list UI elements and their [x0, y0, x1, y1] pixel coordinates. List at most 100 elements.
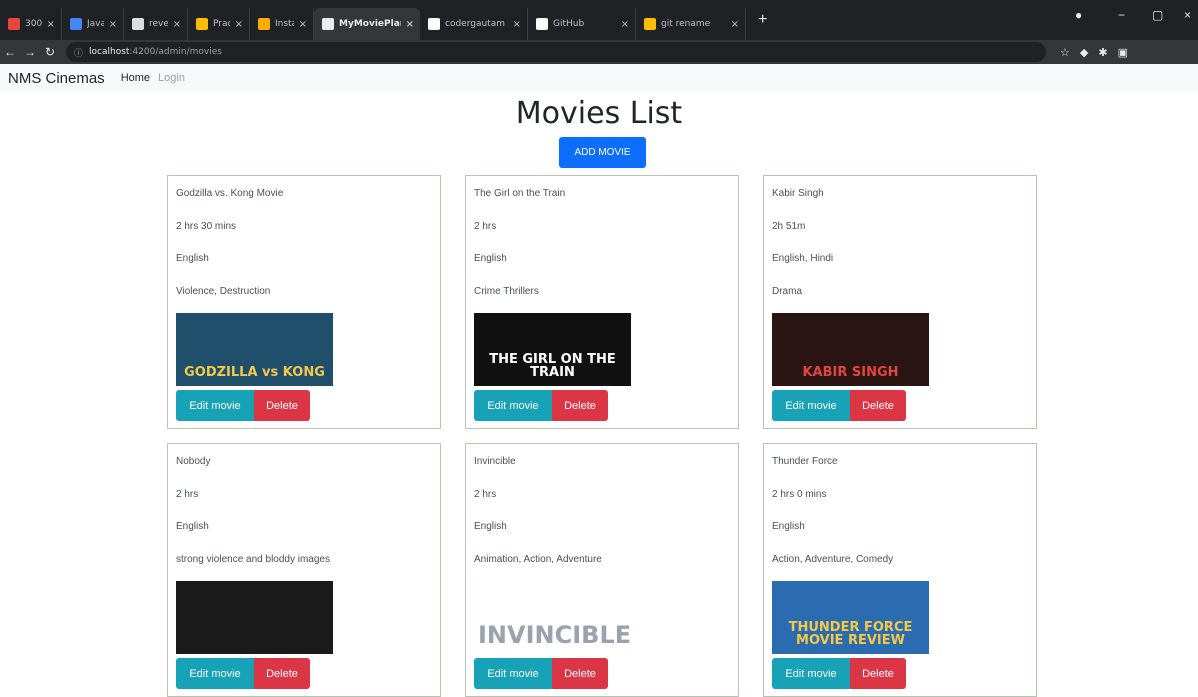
poster-title-text: THUNDER FORCE MOVIE REVIEW [788, 619, 913, 649]
tab-favicon-icon [132, 18, 144, 30]
extension-icon[interactable]: ● [1075, 8, 1082, 22]
tab-title: Instance deta [275, 19, 294, 29]
tab-close-icon[interactable]: × [235, 19, 243, 30]
site-info-icon[interactable]: ⓘ [74, 46, 83, 59]
url-path: :4200/admin/movies [129, 47, 222, 57]
delete-movie-button[interactable]: Delete [850, 658, 906, 689]
poster-title-text: INVINCIBLE [478, 620, 631, 649]
movie-language: English [176, 253, 209, 264]
extensions-icon[interactable]: ◆ [1080, 46, 1088, 59]
close-window-icon[interactable]: × [1184, 8, 1191, 22]
tab-close-icon[interactable]: × [513, 19, 521, 30]
movie-duration: 2 hrs [474, 221, 497, 232]
movie-poster-image: INVINCIBLE [474, 581, 631, 654]
edit-movie-button[interactable]: Edit movie [772, 658, 850, 689]
movie-name: Kabir Singh [772, 188, 824, 199]
movie-card: Thunder Force 2 hrs 0 mins English Action, … [763, 443, 1037, 697]
back-icon[interactable]: ← [0, 45, 20, 59]
browser-tab[interactable]: Instance deta × [250, 8, 314, 40]
edit-movie-button[interactable]: Edit movie [474, 390, 552, 421]
delete-movie-button[interactable]: Delete [552, 658, 608, 689]
movie-card: Kabir Singh 2h 51m English, Hindi Drama KABI… [763, 175, 1037, 429]
movie-duration: 2 hrs [474, 489, 497, 500]
brand-logo[interactable]: NMS Cinemas [8, 70, 105, 87]
browser-tab[interactable]: Java Reverse × [62, 8, 124, 40]
tab-close-icon[interactable]: × [173, 19, 181, 30]
browser-tab[interactable]: GitHub × [528, 8, 636, 40]
edit-movie-button[interactable]: Edit movie [772, 390, 850, 421]
site-navbar: NMS Cinemas Home Login [0, 64, 1198, 92]
minimize-icon[interactable]: − [1118, 8, 1125, 22]
browser-tab-strip: 300 Core Java×Java Reverse×reverse a str… [0, 0, 1198, 40]
delete-movie-button[interactable]: Delete [254, 390, 310, 421]
browser-tab[interactable]: Practice Lab × [188, 8, 250, 40]
movie-genre: Crime Thrillers [474, 286, 539, 297]
tab-close-icon[interactable]: × [109, 19, 117, 30]
movie-name: Godzilla vs. Kong Movie [176, 188, 284, 199]
card-actions: Edit movie Delete [474, 658, 608, 689]
profile-icon[interactable]: ▣ [1118, 46, 1128, 59]
movie-language: English [772, 521, 805, 532]
tab-close-icon[interactable]: × [621, 19, 629, 30]
movie-genre: Action, Adventure, Comedy [772, 554, 894, 565]
bookmark-star-icon[interactable]: ☆ [1060, 46, 1070, 59]
movie-card: Nobody 2 hrs English strong violence and bl… [167, 443, 441, 697]
movie-name: Thunder Force [772, 456, 838, 467]
new-tab-button[interactable]: + [746, 11, 779, 29]
movie-genre: Drama [772, 286, 803, 297]
movie-language: English, Hindi [772, 253, 834, 264]
edit-movie-button[interactable]: Edit movie [474, 658, 552, 689]
movie-language: English [474, 521, 507, 532]
browser-tab[interactable]: reverse a stri × [124, 8, 188, 40]
card-actions: Edit movie Delete [772, 390, 906, 421]
maximize-icon[interactable]: ▢ [1152, 8, 1163, 22]
movie-duration: 2 hrs 0 mins [772, 489, 827, 500]
browser-tab[interactable]: codergautam × [420, 8, 528, 40]
nav-home-link[interactable]: Home [121, 72, 150, 84]
delete-movie-button[interactable]: Delete [850, 390, 906, 421]
movie-name: The Girl on the Train [474, 188, 566, 199]
movie-card: Invincible 2 hrs English Animation, Action,… [465, 443, 739, 697]
tab-favicon-icon [8, 18, 20, 30]
tab-favicon-icon [196, 18, 208, 30]
edit-movie-button[interactable]: Edit movie [176, 658, 254, 689]
poster-title-text: KABIR SINGH [802, 365, 899, 381]
movie-name: Invincible [474, 456, 516, 467]
forward-icon[interactable]: → [20, 45, 40, 59]
address-bar[interactable]: ⓘ localhost :4200/admin/movies [66, 42, 1046, 62]
movie-name: Nobody [176, 456, 211, 467]
nav-login-link[interactable]: Login [158, 72, 185, 84]
tab-favicon-icon [428, 18, 440, 30]
tab-favicon-icon [644, 18, 656, 30]
tab-favicon-icon [322, 18, 334, 30]
tab-title: codergautam [445, 19, 505, 29]
reload-icon[interactable]: ↻ [40, 45, 60, 59]
add-movie-button[interactable]: ADD MOVIE [559, 137, 646, 168]
movie-language: English [474, 253, 507, 264]
movie-card: Godzilla vs. Kong Movie 2 hrs 30 mins Engl… [167, 175, 441, 429]
tab-close-icon[interactable]: × [731, 19, 739, 30]
tab-close-icon[interactable]: × [47, 19, 55, 30]
tab-favicon-icon [258, 18, 270, 30]
poster-title-text: GODZILLA vs KONG [184, 365, 325, 381]
card-actions: Edit movie Delete [772, 658, 906, 689]
tab-favicon-icon [536, 18, 548, 30]
puzzle-icon[interactable]: ✱ [1098, 46, 1107, 59]
movie-duration: 2 hrs 30 mins [176, 221, 237, 232]
browser-tab[interactable]: MyMoviePlan × [314, 8, 420, 40]
browser-toolbar: ← → ↻ ⓘ localhost :4200/admin/movies ☆ ◆… [0, 40, 1198, 64]
movie-language: English [176, 521, 209, 532]
movie-genre: Violence, Destruction [176, 286, 271, 297]
tab-title: MyMoviePlan [339, 19, 401, 29]
tab-close-icon[interactable]: × [406, 19, 414, 30]
delete-movie-button[interactable]: Delete [254, 658, 310, 689]
edit-movie-button[interactable]: Edit movie [176, 390, 254, 421]
delete-movie-button[interactable]: Delete [552, 390, 608, 421]
tab-title: 300 Core Java [25, 19, 42, 29]
tab-title: GitHub [553, 19, 585, 29]
movie-duration: 2 hrs [176, 489, 199, 500]
browser-tab[interactable]: git rename × [636, 8, 746, 40]
tab-close-icon[interactable]: × [299, 19, 307, 30]
browser-tab[interactable]: 300 Core Java × [0, 8, 62, 40]
card-actions: Edit movie Delete [176, 390, 310, 421]
